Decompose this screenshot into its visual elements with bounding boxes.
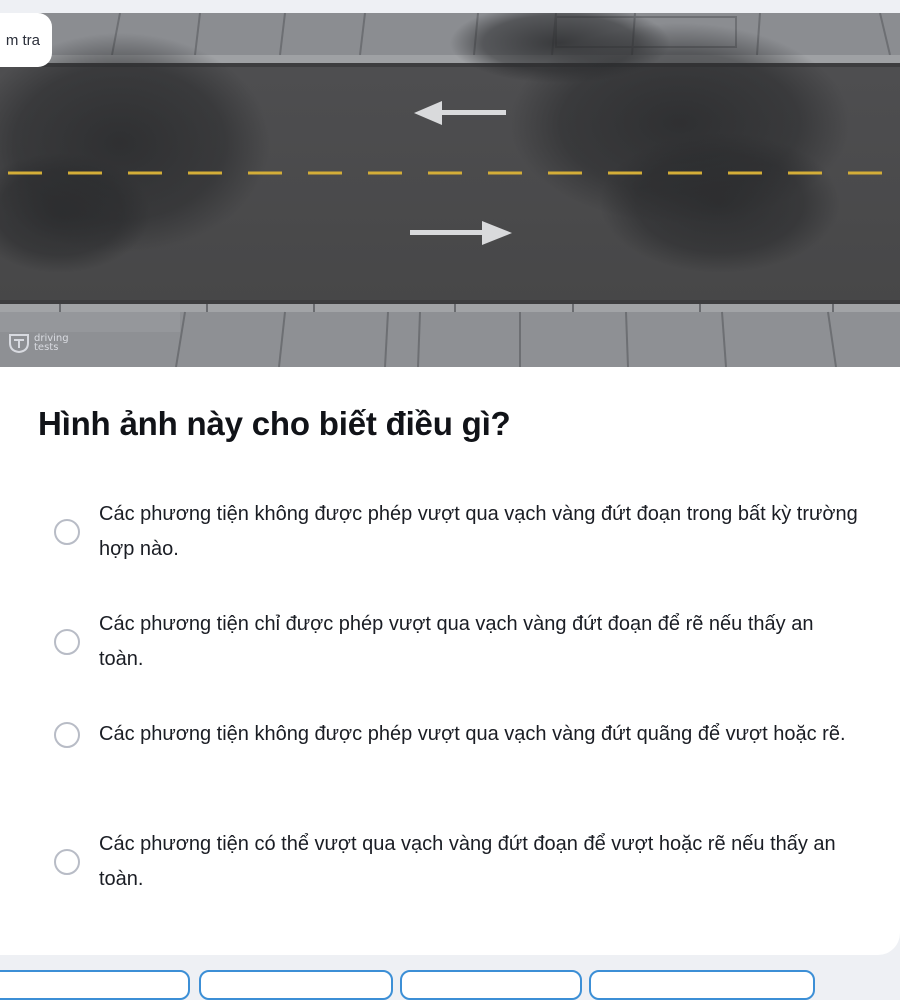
answer-option-2[interactable]: Các phương tiện chỉ được phép vượt qua v… xyxy=(54,607,864,677)
radio-button[interactable] xyxy=(54,519,80,545)
question-card: m tra driving tests Hình ảnh này cho biế… xyxy=(0,13,900,955)
quiz-tag-label: m tra xyxy=(0,13,52,67)
answer-option-text: Các phương tiện không được phép vượt qua… xyxy=(99,723,846,745)
radio-button[interactable] xyxy=(54,849,80,875)
bottom-nav-button-1[interactable] xyxy=(0,970,190,1000)
radio-button[interactable] xyxy=(54,721,80,748)
answer-option-4[interactable]: Các phương tiện có thể vượt qua vạch vàn… xyxy=(54,827,864,897)
answer-option-1[interactable]: Các phương tiện không được phép vượt qua… xyxy=(54,497,864,567)
answer-option-text: Các phương tiện không được phép vượt qua… xyxy=(99,503,858,560)
answer-option-3[interactable]: Các phương tiện không được phép vượt qua… xyxy=(54,717,864,752)
answer-option-text: Các phương tiện chỉ được phép vượt qua v… xyxy=(99,613,814,670)
bottom-nav-button-4[interactable] xyxy=(589,970,815,1000)
bottom-nav-button-2[interactable] xyxy=(199,970,393,1000)
driving-tests-logo-icon xyxy=(9,334,29,353)
answer-option-text: Các phương tiện có thể vượt qua vạch vàn… xyxy=(99,833,836,890)
question-title: Hình ảnh này cho biết điều gì? xyxy=(38,405,511,442)
bottom-nav-button-3[interactable] xyxy=(400,970,582,1000)
road-scene-illustration xyxy=(0,13,900,367)
road-image: m tra driving tests xyxy=(0,13,900,367)
watermark: driving tests xyxy=(8,333,69,353)
bottom-navigation xyxy=(0,970,900,1000)
radio-button[interactable] xyxy=(54,629,80,655)
watermark-text: driving tests xyxy=(34,333,69,353)
